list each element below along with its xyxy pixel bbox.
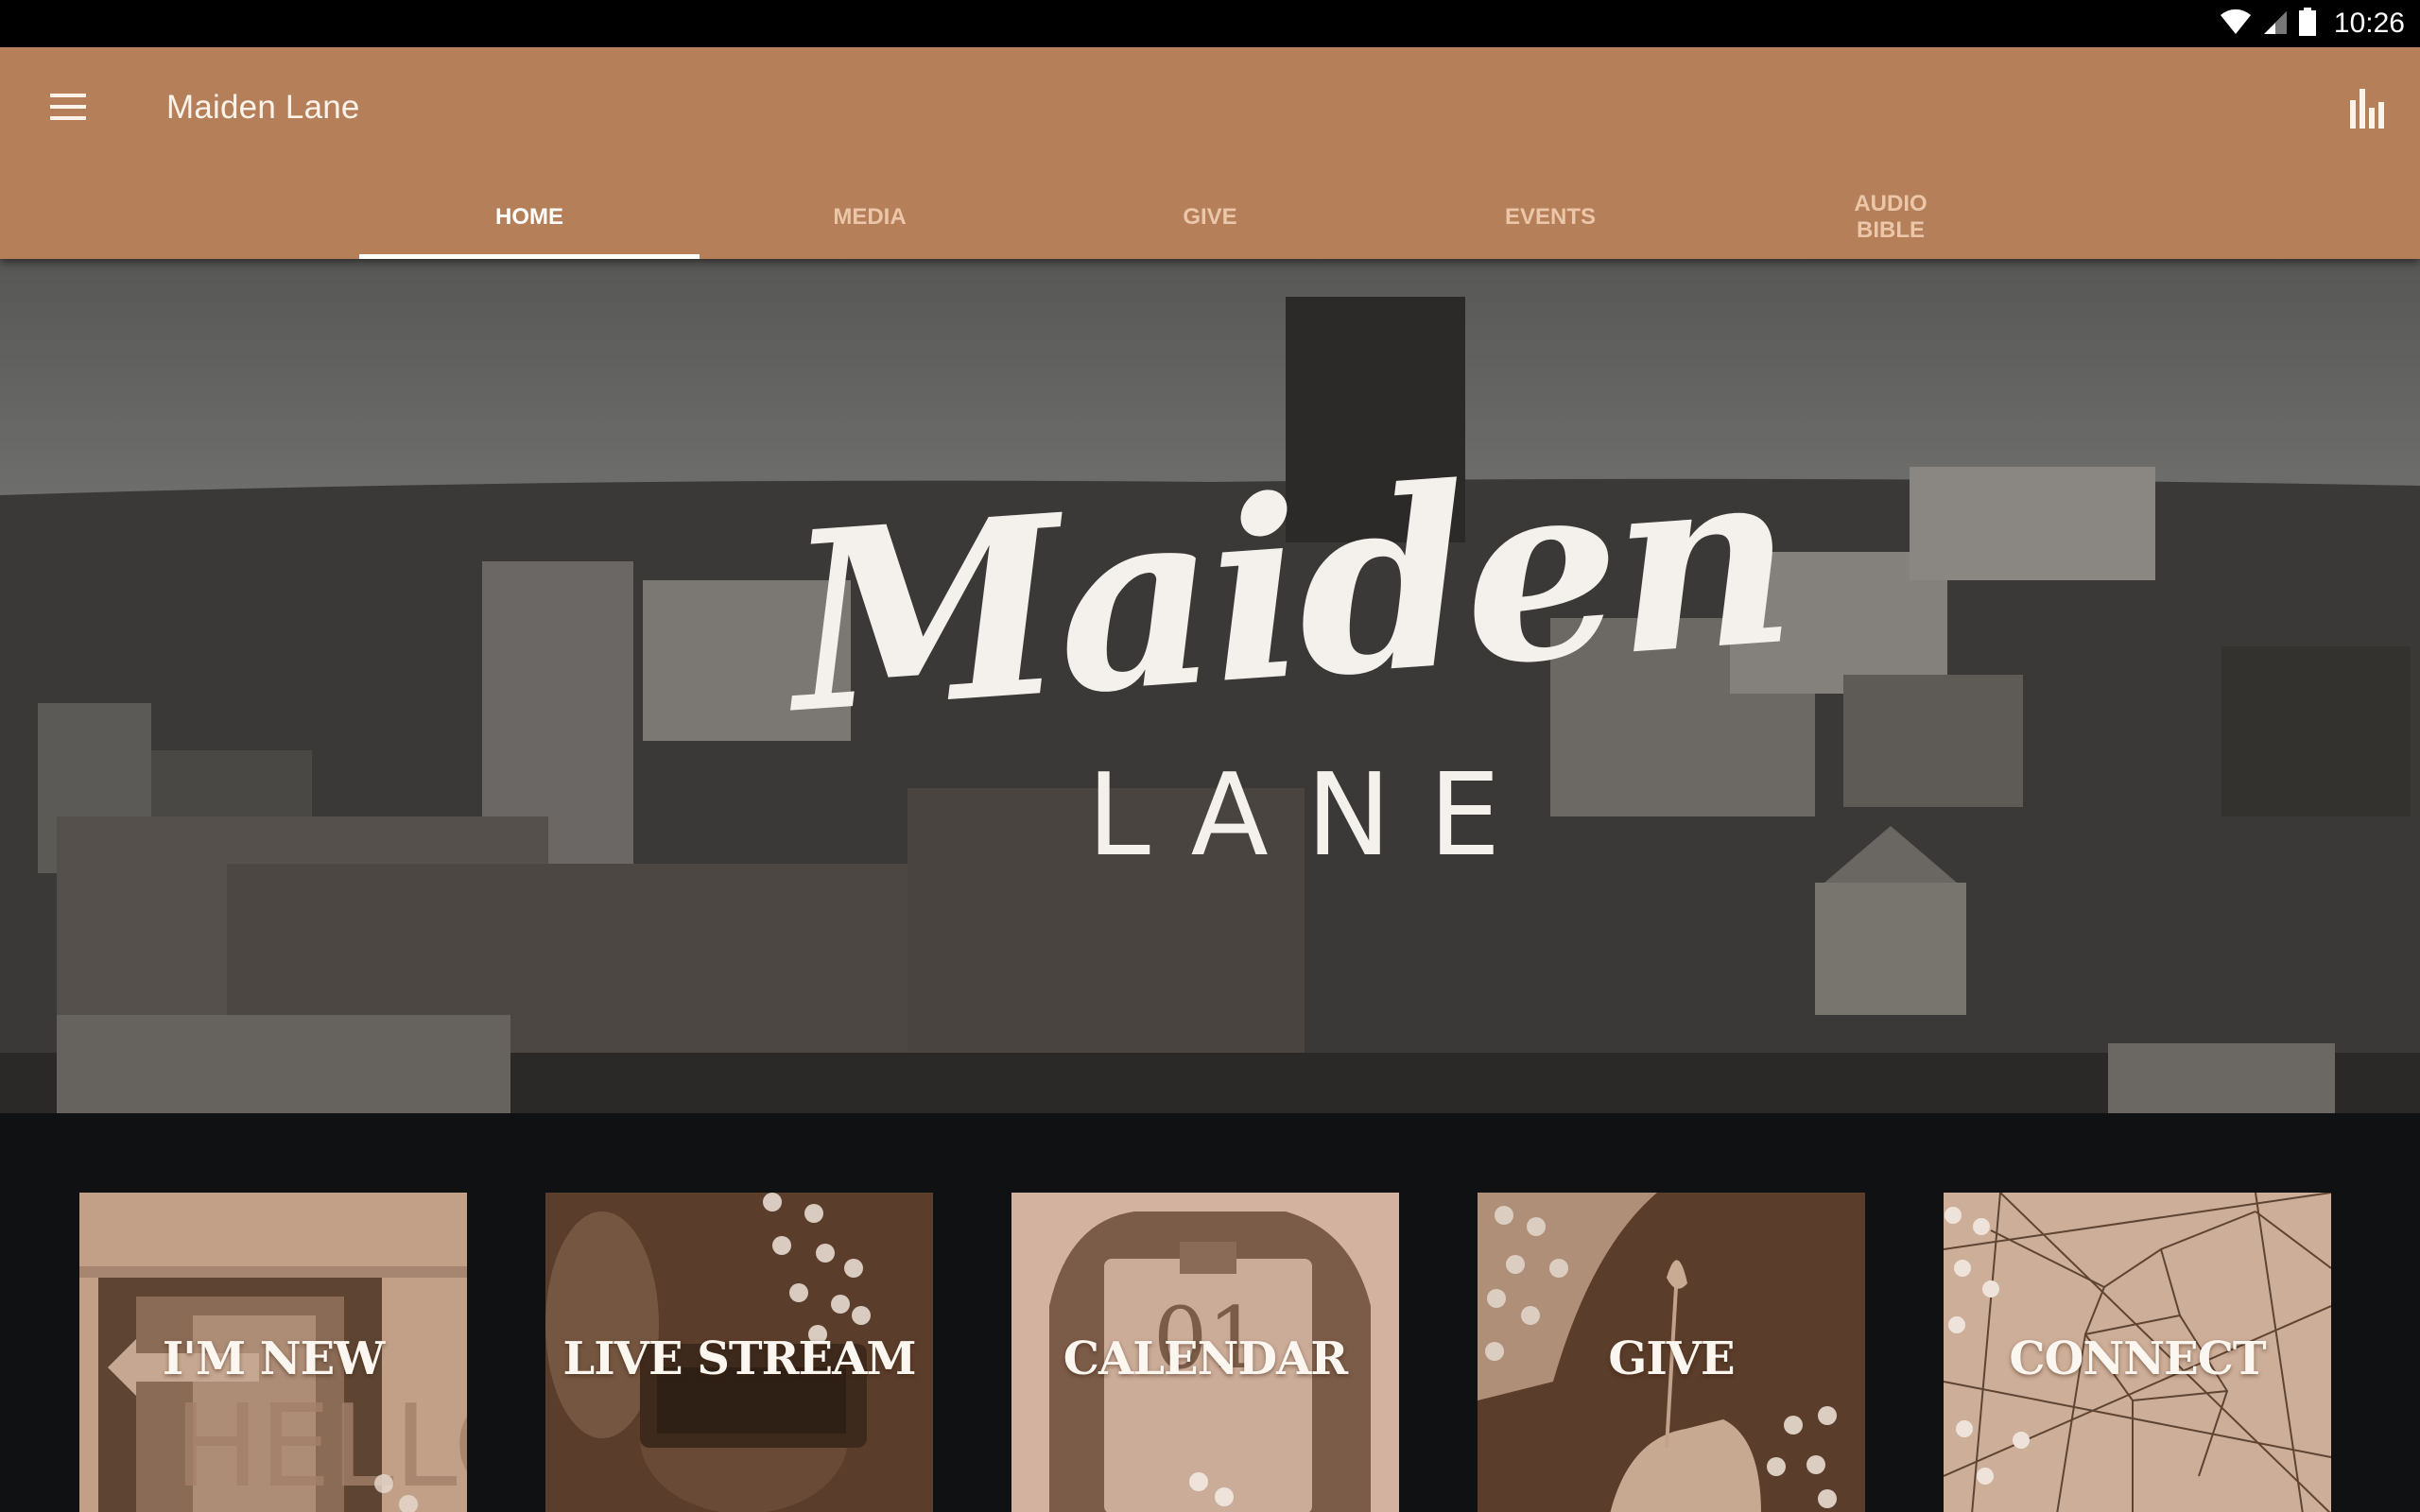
app-bar: Maiden Lane HOME MEDIA GIVE EVENTS AUDIO… (0, 47, 2420, 259)
wifi-icon (2219, 8, 2253, 41)
tile-label: CONNECT (2009, 1332, 2266, 1385)
tab-give[interactable]: GIVE (1040, 176, 1380, 259)
logo-lane-text: LANE (1087, 750, 1539, 882)
tab-media[interactable]: MEDIA (700, 176, 1040, 259)
tile-im-new[interactable]: HELLO I'M NEW (79, 1193, 467, 1512)
stats-button[interactable] (2337, 81, 2397, 142)
app-title: Maiden Lane (166, 89, 360, 126)
cellular-signal-icon (2262, 8, 2289, 41)
hamburger-menu-icon (50, 93, 86, 125)
hero-banner: Maiden LANE (0, 259, 2420, 1113)
status-time: 10:26 (2333, 8, 2405, 39)
tile-label: LIVE STREAM (562, 1332, 917, 1385)
church-logo: Maiden LANE (0, 259, 2420, 1113)
quick-links: HELLO I'M NEW LIVE STREAM 01 (0, 1113, 2420, 1512)
bar-chart-icon (2348, 88, 2386, 135)
tile-label: I'M NEW (162, 1332, 385, 1385)
menu-button[interactable] (38, 85, 98, 132)
tab-home[interactable]: HOME (359, 176, 700, 259)
svg-text:HELLO: HELLO (174, 1382, 467, 1512)
status-bar: 10:26 (0, 0, 2420, 47)
tile-give[interactable]: GIVE (1478, 1193, 1865, 1512)
tile-connect[interactable]: CONNECT (1944, 1193, 2331, 1512)
tab-audio-bible[interactable]: AUDIO BIBLE (1720, 176, 2061, 259)
logo-script-text: Maiden (781, 411, 1797, 769)
tab-bar: HOME MEDIA GIVE EVENTS AUDIO BIBLE (359, 176, 2061, 259)
tab-events[interactable]: EVENTS (1380, 176, 1720, 259)
tile-calendar[interactable]: 01 CALENDAR (1011, 1193, 1399, 1512)
tab-audio-bible-label: AUDIO BIBLE (1854, 191, 1927, 243)
tile-label: CALENDAR (1063, 1332, 1348, 1385)
battery-icon (2298, 7, 2317, 42)
tile-label: GIVE (1608, 1332, 1735, 1385)
tile-live-stream[interactable]: LIVE STREAM (545, 1193, 933, 1512)
status-icons: 10:26 (2219, 0, 2405, 47)
